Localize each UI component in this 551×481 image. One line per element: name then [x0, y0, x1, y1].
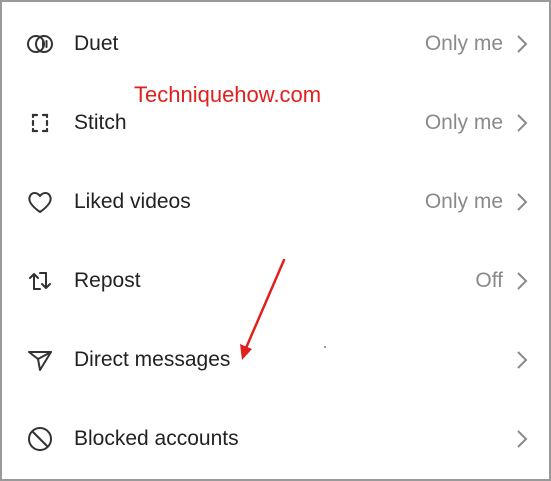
settings-row-label: Direct messages — [74, 347, 231, 371]
settings-row-value: Only me — [424, 31, 503, 55]
chevron-right-icon — [515, 270, 529, 292]
chevron-right-icon — [515, 33, 529, 55]
settings-row-label: Repost — [74, 268, 141, 292]
settings-row-value: Off — [475, 268, 503, 292]
chevron-right-icon — [515, 191, 529, 213]
settings-row-label: Liked videos — [74, 189, 191, 213]
settings-row-label: Stitch — [74, 110, 127, 134]
settings-row-value: Only me — [424, 110, 503, 134]
annotation-arrow — [240, 258, 286, 360]
privacy-settings-screen: Duet Only me Stitch Only me Liked videos… — [0, 0, 551, 481]
chevron-right-icon — [515, 112, 529, 134]
settings-row-duet[interactable]: Duet Only me — [2, 4, 549, 83]
settings-list: Duet Only me Stitch Only me Liked videos… — [2, 2, 549, 479]
settings-row-value: Only me — [424, 189, 503, 213]
repost-icon — [24, 265, 56, 297]
send-icon — [24, 344, 56, 376]
watermark-text: Techniquehow.com — [134, 82, 322, 107]
stitch-icon — [24, 107, 56, 139]
heart-icon — [24, 186, 56, 218]
chevron-right-icon — [515, 428, 529, 450]
block-icon — [24, 423, 56, 455]
stray-dot — [324, 346, 326, 348]
chevron-right-icon — [515, 349, 529, 371]
settings-row-blocked-accounts[interactable]: Blocked accounts — [2, 399, 549, 478]
settings-row-liked-videos[interactable]: Liked videos Only me — [2, 162, 549, 241]
settings-row-label: Blocked accounts — [74, 426, 239, 450]
duet-icon — [24, 28, 56, 60]
settings-row-label: Duet — [74, 31, 119, 55]
